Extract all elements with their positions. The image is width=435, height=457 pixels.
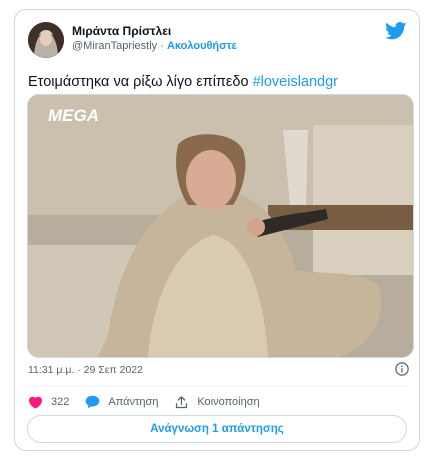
like-button[interactable]: 322: [28, 395, 69, 409]
hashtag-link[interactable]: #loveislandgr: [253, 74, 338, 90]
share-icon: [176, 395, 188, 408]
tweet-timestamp[interactable]: 11:31 μ.μ. · 29 Σεπ 2022: [28, 364, 143, 376]
tweet-media[interactable]: MEGA: [27, 94, 414, 358]
actions-bar: 322 Απάντηση Κοινοποίηση: [28, 392, 276, 412]
heart-icon: [29, 396, 42, 409]
tweet-text: Ετοιμάστηκα να ρίξω λίγο επίπεδο #loveis…: [28, 74, 338, 90]
avatar-image: [28, 22, 64, 58]
share-button[interactable]: Κοινοποίηση: [174, 395, 260, 410]
reply-label: Απάντηση: [108, 396, 159, 408]
avatar[interactable]: [28, 22, 64, 58]
author-handle-row: @MiranTapriestly · Ακολουθήστε: [72, 40, 237, 52]
read-replies-button[interactable]: Ανάγνωση 1 απάντησης: [27, 415, 407, 443]
reply-bubble-icon: [85, 395, 100, 409]
twitter-bird-icon[interactable]: [385, 22, 407, 40]
separator: ·: [160, 40, 164, 52]
media-image: MEGA: [28, 95, 413, 357]
author-handle[interactable]: @MiranTapriestly: [72, 40, 157, 52]
tweet-card: Μιράντα Πρίστλει @MiranTapriestly · Ακολ…: [14, 9, 420, 451]
reply-button[interactable]: Απάντηση: [85, 395, 158, 409]
mega-watermark: MEGA: [48, 106, 99, 125]
info-icon[interactable]: [395, 362, 409, 376]
likes-count: 322: [51, 396, 70, 408]
author-name[interactable]: Μιράντα Πρίστλει: [72, 24, 171, 38]
share-label: Κοινοποίηση: [197, 396, 260, 408]
divider: [27, 386, 407, 387]
follow-button[interactable]: Ακολουθήστε: [167, 40, 237, 52]
tweet-body: Ετοιμάστηκα να ρίξω λίγο επίπεδο: [28, 74, 249, 90]
